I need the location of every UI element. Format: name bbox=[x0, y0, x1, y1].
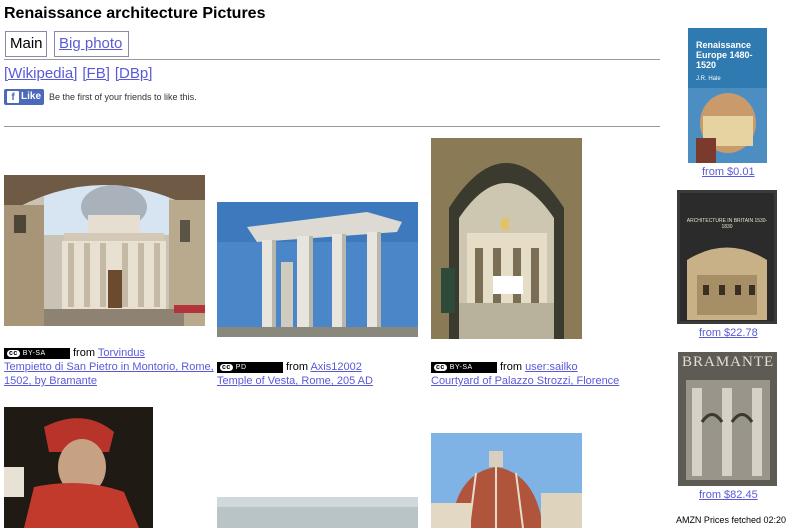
photo-caption-1[interactable]: Tempietto di San Pietro in Montorio, Rom… bbox=[4, 360, 216, 388]
photo-credit-3: cc BY-SA from user:sailko bbox=[431, 360, 578, 374]
book-cover-1-author: J.R. Hale bbox=[696, 76, 721, 82]
divider-bottom bbox=[4, 126, 660, 127]
wikipedia-link[interactable]: [Wikipedia] bbox=[4, 65, 77, 82]
photo-palazzo-strozzi[interactable] bbox=[431, 138, 582, 339]
book-cover-1[interactable]: Renaissance Europe 1480-1520 J.R. Hale bbox=[688, 28, 767, 163]
license-badge[interactable]: cc BY-SA bbox=[4, 347, 70, 359]
book-price-1[interactable]: from $0.01 bbox=[702, 166, 755, 178]
photo-credit-1: cc BY-SA from Torvindus bbox=[4, 346, 145, 360]
book-cover-1-title: Renaissance Europe 1480-1520 bbox=[696, 40, 753, 70]
book-price-2[interactable]: from $22.78 bbox=[699, 327, 758, 339]
divider-top bbox=[4, 59, 660, 60]
facebook-like-text: Be the first of your friends to like thi… bbox=[49, 92, 197, 102]
amazon-prices-note: AMZN Prices fetched 02:20 bbox=[675, 515, 786, 525]
photo-tempietto[interactable] bbox=[4, 175, 205, 326]
page-title: Renaissance architecture Pictures bbox=[4, 5, 266, 22]
facebook-icon: f bbox=[7, 91, 19, 103]
dbpedia-link[interactable]: [DBp] bbox=[115, 65, 153, 82]
photo-caption-3[interactable]: Courtyard of Palazzo Strozzi, Florence bbox=[431, 374, 641, 388]
book-cover-3[interactable]: BRAMANTE bbox=[678, 352, 777, 486]
facebook-link[interactable]: [FB] bbox=[82, 65, 110, 82]
photo-florence-dome[interactable] bbox=[431, 433, 582, 528]
tab-main[interactable]: Main bbox=[5, 31, 47, 57]
photo-caption-2[interactable]: Temple of Vesta, Rome, 205 AD bbox=[217, 374, 422, 388]
license-badge[interactable]: cc PD bbox=[217, 361, 283, 373]
facebook-like-label: Like bbox=[21, 91, 42, 102]
tab-big-photo[interactable]: Big photo bbox=[54, 31, 129, 57]
author-link[interactable]: user:sailko bbox=[525, 361, 578, 373]
license-badge[interactable]: cc BY-SA bbox=[431, 361, 497, 373]
tab-big-photo-link[interactable]: Big photo bbox=[59, 35, 122, 52]
book-price-3[interactable]: from $82.45 bbox=[699, 489, 758, 501]
book-cover-2[interactable]: ARCHITECTURE IN BRITAIN 1530-1830 bbox=[677, 190, 777, 324]
author-link[interactable]: Torvindus bbox=[98, 347, 145, 359]
author-link[interactable]: Axis12002 bbox=[310, 361, 361, 373]
photo-credit-2: cc PD from Axis12002 bbox=[217, 360, 362, 374]
photo-portrait[interactable] bbox=[4, 407, 153, 528]
facebook-like-button[interactable]: f Like bbox=[4, 89, 44, 105]
book-cover-3-title: BRAMANTE bbox=[682, 354, 775, 370]
photo-row2-middle[interactable] bbox=[217, 497, 418, 528]
external-links: [Wikipedia] [FB] [DBp] bbox=[4, 65, 157, 82]
photo-temple-of-vesta[interactable] bbox=[217, 202, 418, 337]
book-cover-2-title: ARCHITECTURE IN BRITAIN 1530-1830 bbox=[686, 218, 768, 230]
